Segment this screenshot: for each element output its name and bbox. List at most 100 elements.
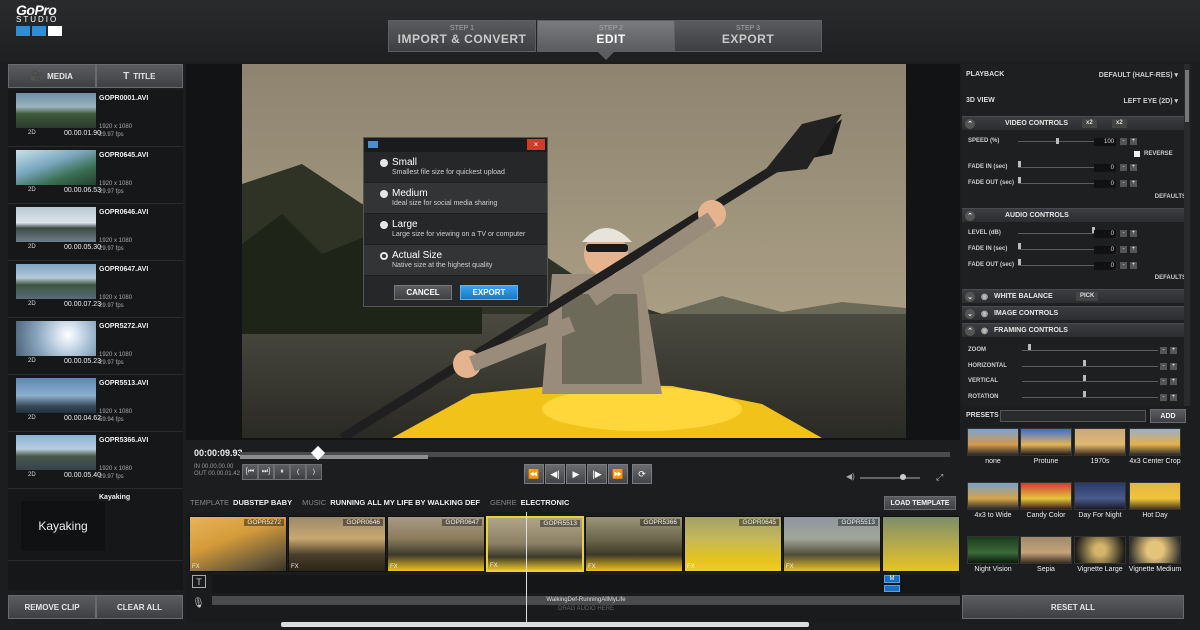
preset-thumbnail[interactable] [1129,428,1181,456]
preset-thumbnail[interactable] [1074,536,1126,564]
vertical-knob[interactable] [1083,375,1086,381]
fade-out-value[interactable]: 0 [1094,180,1116,188]
timeline-clip[interactable]: GOPR0647 FX [387,516,485,572]
mark-in-button[interactable]: [⏮ [242,464,258,480]
list-item[interactable]: GOPR5366.AVI 1920 x 1080 29.97 fps 2D 00.… [8,432,183,489]
title-marker[interactable]: M [884,575,900,583]
radio-large[interactable] [380,221,388,229]
expand-icon[interactable]: ⌄ [965,308,975,319]
minus-icon[interactable]: - [1120,262,1127,269]
rewind-button[interactable]: ⏪ [524,464,544,484]
plus-icon[interactable]: + [1130,164,1137,171]
timeline-clip[interactable]: GOPR5513 FX [783,516,881,572]
fx-label[interactable]: FX [786,564,794,570]
3d-view-select[interactable]: LEFT EYE (2D) ▾ [1124,97,1178,105]
next-marker-icon[interactable]: ⟩ [306,464,322,480]
timeline-clip[interactable]: GOPR0645 FX [684,516,782,572]
video-defaults-button[interactable]: DEFAULTS [1155,194,1186,200]
plus-icon[interactable]: + [1130,262,1137,269]
step-forward-button[interactable]: |▶ [587,464,607,484]
loop-button[interactable]: ⟳ [632,464,652,484]
zoom-knob[interactable] [1028,344,1031,350]
preset-thumbnail[interactable] [1129,536,1181,564]
timeline-clip[interactable]: GOPR0646 FX [288,516,386,572]
horizontal-slider[interactable] [1022,366,1158,367]
timeline-clip[interactable] [882,516,960,572]
plus-icon[interactable]: + [1170,347,1177,354]
collapse-icon[interactable]: ⌃ [965,210,975,221]
eye-icon[interactable]: ◉ [981,326,988,335]
timeline-playhead[interactable] [526,512,527,622]
step-back-button[interactable]: ◀| [545,464,565,484]
list-item[interactable]: GOPR5513.AVI 1920 x 1080 59.94 fps 2D 00.… [8,375,183,432]
level-slider[interactable] [1018,233,1094,234]
volume-knob[interactable] [900,474,906,480]
prev-marker-icon[interactable]: ⟨ [290,464,306,480]
list-item[interactable]: GOPR0647.AVI 1920 x 1080 29.97 fps 2D 00.… [8,261,183,318]
minus-icon[interactable]: - [1160,363,1167,370]
load-template-button[interactable]: LOAD TEMPLATE [884,496,956,510]
preset-thumbnail[interactable] [1074,482,1126,510]
play-button[interactable]: ▶ [566,464,586,484]
plus-icon[interactable]: + [1170,394,1177,401]
audio-fade-out-slider[interactable] [1018,265,1094,266]
horizontal-knob[interactable] [1083,360,1086,366]
fade-in-value[interactable]: 0 [1094,164,1116,172]
audio-fade-out-value[interactable]: 0 [1094,262,1116,270]
option-medium[interactable]: Medium Ideal size for social media shari… [364,183,547,214]
list-item[interactable]: GOPR0001.AVI 1920 x 1080 29.97 fps 2D 00.… [8,90,183,147]
option-small[interactable]: Small Smallest file size for quickest up… [364,152,547,183]
rotation-knob[interactable] [1083,391,1086,397]
minus-icon[interactable]: - [1160,394,1167,401]
fx-label[interactable]: FX [588,564,596,570]
playback-select[interactable]: DEFAULT (HALF-RES) ▾ [1099,71,1178,79]
list-item[interactable]: GOPR0646.AVI 1920 x 1080 29.97 fps 2D 00.… [8,204,183,261]
speed-value[interactable]: 100 [1094,138,1116,146]
speed-slider-knob[interactable] [1056,138,1059,144]
framing-controls-header[interactable]: ⌃ ◉ FRAMING CONTROLS [962,323,1184,337]
title-track[interactable] [212,575,960,593]
speed-preset-b[interactable]: x2 [1112,119,1127,128]
fx-label[interactable]: FX [390,564,398,570]
step-import-convert[interactable]: STEP 1 IMPORT & CONVERT [388,20,536,52]
clear-all-button[interactable]: CLEAR ALL [96,595,183,619]
remove-clip-button[interactable]: REMOVE CLIP [8,595,96,619]
preset-thumbnail[interactable] [1020,428,1072,456]
timeline-clip[interactable]: GOPR5366 FX [585,516,683,572]
radio-actual-size[interactable] [380,252,388,260]
plus-icon[interactable]: + [1170,363,1177,370]
preset-thumbnail[interactable] [1020,482,1072,510]
audio-fade-in-slider[interactable] [1018,249,1094,250]
video-controls-header[interactable]: ⌃ VIDEO CONTROLS x2 x2 [962,116,1184,130]
template-value[interactable]: DUBSTEP BABY [233,498,292,507]
expand-icon[interactable]: ⌄ [965,291,975,302]
fade-in-knob[interactable] [1018,161,1021,167]
reverse-checkbox[interactable] [1134,151,1140,157]
white-balance-header[interactable]: ⌄ ◉ WHITE BALANCE PICK [962,289,1184,303]
step-export[interactable]: STEP 3 EXPORT [674,20,822,52]
tab-media[interactable]: 🎥 MEDIA [8,64,96,88]
step-edit[interactable]: STEP 2 EDIT [537,20,685,52]
timeline-clip-selected[interactable]: GOPR5513 FX [486,516,584,572]
collapse-icon[interactable]: ⌃ [965,118,975,129]
fast-forward-button[interactable]: ⏩ [608,464,628,484]
eye-icon[interactable]: ◉ [981,309,988,318]
fx-label[interactable]: FX [192,564,200,570]
rotation-slider[interactable] [1022,397,1158,398]
list-item[interactable]: GOPR5272.AVI 1920 x 1080 29.97 fps 2D 00.… [8,318,183,375]
mark-out-button[interactable]: ⏭] [258,464,274,480]
list-item[interactable]: GOPR0645.AVI 1920 x 1080 29.97 fps 2D 00.… [8,147,183,204]
close-button[interactable]: × [527,139,545,150]
preset-name-input[interactable] [1000,410,1146,422]
zoom-slider[interactable] [1022,350,1158,351]
fx-label[interactable]: FX [687,564,695,570]
add-preset-button[interactable]: ADD [1150,409,1186,423]
preset-thumbnail[interactable] [967,428,1019,456]
audio-fade-in-knob[interactable] [1018,243,1021,249]
fx-label[interactable]: FX [490,563,498,569]
pick-button[interactable]: PICK [1076,292,1099,301]
fade-out-knob[interactable] [1018,177,1021,183]
tab-title[interactable]: T TITLE [95,64,183,88]
fade-out-slider[interactable] [1018,183,1094,184]
export-button[interactable]: EXPORT [460,285,518,300]
